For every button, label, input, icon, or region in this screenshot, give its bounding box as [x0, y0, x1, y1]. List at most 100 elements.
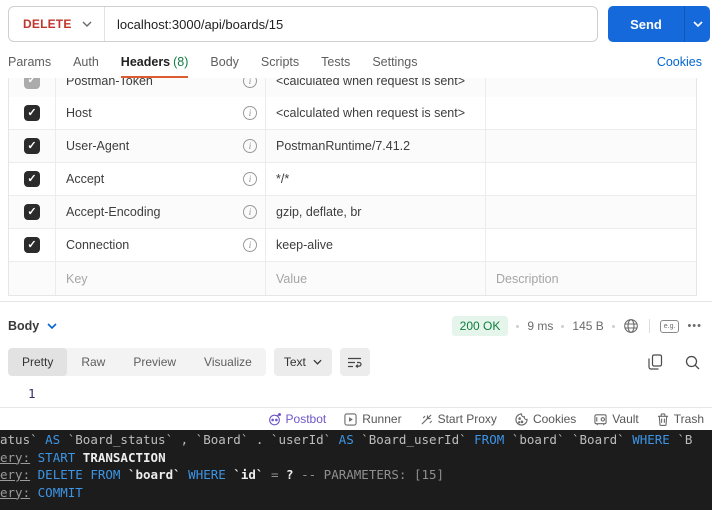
- tab-headers[interactable]: Headers (8): [120, 55, 189, 78]
- info-icon: [243, 106, 257, 120]
- chevron-down-icon: [692, 21, 703, 27]
- header-value: keep-alive: [266, 229, 486, 261]
- header-value: gzip, deflate, br: [266, 196, 486, 228]
- value-placeholder[interactable]: Value: [266, 262, 486, 295]
- cookies-link[interactable]: Cookies: [657, 55, 702, 78]
- runner-button[interactable]: Runner: [344, 412, 402, 426]
- info-icon: [243, 139, 257, 153]
- row-checkbox[interactable]: [24, 78, 40, 89]
- postbot-button[interactable]: Postbot: [268, 412, 327, 426]
- search-icon[interactable]: [685, 355, 700, 370]
- console-log[interactable]: atus` AS `Board_status` , `Board` . `use…: [0, 430, 712, 510]
- start-proxy-button[interactable]: Start Proxy: [420, 412, 497, 426]
- tab-body[interactable]: Body: [210, 55, 239, 78]
- footer-toolbar: Postbot Runner Start Proxy Cookies Vault…: [0, 407, 712, 430]
- wrap-lines-button[interactable]: [339, 348, 370, 376]
- send-button[interactable]: Send: [608, 6, 710, 42]
- postman-window: DELETE Send Params Auth Headers(8) Body …: [0, 0, 712, 510]
- headers-count: (8): [173, 55, 189, 69]
- network-globe-icon[interactable]: [623, 318, 639, 334]
- status-badge[interactable]: 200 OK: [451, 316, 509, 336]
- header-value: */*: [266, 163, 486, 195]
- header-description: [486, 78, 696, 97]
- url-input[interactable]: [105, 7, 597, 41]
- send-label: Send: [630, 16, 662, 32]
- response-toolbar: Pretty Raw Preview Visualize Text: [0, 344, 712, 380]
- tab-auth[interactable]: Auth: [73, 55, 99, 78]
- cookies-button[interactable]: Cookies: [515, 412, 576, 426]
- response-meta: 200 OK 9 ms 145 B e.g. •••: [451, 316, 702, 336]
- header-description: [486, 163, 696, 195]
- header-key: Host: [66, 106, 92, 120]
- dot-separator: [561, 324, 565, 328]
- row-checkbox[interactable]: [24, 204, 40, 220]
- view-switcher: Pretty Raw Preview Visualize: [8, 348, 266, 376]
- chevron-down-icon: [47, 323, 57, 329]
- info-icon: [243, 205, 257, 219]
- row-checkbox[interactable]: [24, 138, 40, 154]
- save-as-example-icon[interactable]: e.g.: [659, 319, 680, 333]
- header-key: User-Agent: [66, 139, 130, 153]
- description-placeholder[interactable]: Description: [486, 262, 696, 295]
- header-key: Accept-Encoding: [66, 205, 161, 219]
- table-row-empty: Key Value Description: [9, 262, 696, 295]
- vault-button[interactable]: Vault: [594, 412, 639, 426]
- request-bar: DELETE Send: [0, 0, 712, 48]
- view-tab-visualize[interactable]: Visualize: [190, 348, 266, 376]
- response-time[interactable]: 9 ms: [527, 319, 553, 333]
- row-checkbox[interactable]: [24, 171, 40, 187]
- row-checkbox[interactable]: [24, 237, 40, 253]
- tab-settings[interactable]: Settings: [372, 55, 417, 78]
- trash-button[interactable]: Trash: [657, 412, 704, 426]
- header-description: [486, 196, 696, 228]
- send-options-button[interactable]: [684, 6, 710, 42]
- header-value: PostmanRuntime/7.41.2: [266, 130, 486, 162]
- copy-icon[interactable]: [648, 354, 663, 370]
- response-header: Body 200 OK 9 ms 145 B e.g. •••: [0, 302, 712, 344]
- tab-scripts[interactable]: Scripts: [261, 55, 299, 78]
- start-proxy-label: Start Proxy: [437, 412, 497, 426]
- tab-params[interactable]: Params: [8, 55, 51, 78]
- console-line: ery: DELETE FROM `board` WHERE `id` = ? …: [0, 467, 445, 482]
- info-icon: [243, 238, 257, 252]
- request-tabs: Params Auth Headers (8) Body Scripts Test…: [0, 48, 712, 78]
- tab-tests[interactable]: Tests: [321, 55, 350, 78]
- response-body-dropdown[interactable]: Body: [8, 319, 57, 333]
- info-icon: [243, 78, 257, 88]
- line-number: 1: [28, 386, 36, 401]
- console-line: ery: COMMIT: [0, 484, 83, 500]
- header-description: [486, 130, 696, 162]
- response-size[interactable]: 145 B: [572, 319, 603, 333]
- header-key: Postman-Token: [66, 78, 153, 88]
- console-line: atus` AS `Board_status` , `Board` . `use…: [0, 432, 693, 447]
- cookies-label: Cookies: [532, 412, 577, 426]
- header-value: <calculated when request is sent>: [266, 97, 486, 129]
- table-row: Connection keep-alive: [9, 229, 696, 262]
- view-tab-pretty[interactable]: Pretty: [8, 348, 68, 376]
- row-checkbox[interactable]: [24, 105, 40, 121]
- table-row: Host <calculated when request is sent>: [9, 97, 696, 130]
- vault-label: Vault: [612, 412, 639, 426]
- postbot-label: Postbot: [285, 412, 327, 426]
- view-tab-preview[interactable]: Preview: [119, 348, 190, 376]
- table-row: Accept-Encoding gzip, deflate, br: [9, 196, 696, 229]
- console-line: ery: START TRANSACTION: [0, 449, 166, 465]
- trash-label: Trash: [673, 412, 704, 426]
- header-description: [486, 97, 696, 129]
- format-label: Text: [283, 355, 306, 369]
- runner-label: Runner: [362, 412, 402, 426]
- format-dropdown[interactable]: Text: [273, 348, 332, 376]
- info-icon: [243, 172, 257, 186]
- divider: [648, 319, 650, 333]
- more-options-button[interactable]: •••: [687, 320, 702, 332]
- table-row: User-Agent PostmanRuntime/7.41.2: [9, 130, 696, 163]
- header-key: Connection: [66, 238, 130, 252]
- chevron-down-icon: [82, 21, 92, 27]
- method-dropdown[interactable]: DELETE: [9, 7, 105, 41]
- header-description: [486, 229, 696, 261]
- dot-separator: [516, 324, 520, 328]
- key-placeholder[interactable]: Key: [66, 272, 257, 286]
- method-label: DELETE: [23, 17, 72, 31]
- view-tab-raw[interactable]: Raw: [67, 348, 119, 376]
- response-body-viewer[interactable]: 1: [0, 380, 712, 407]
